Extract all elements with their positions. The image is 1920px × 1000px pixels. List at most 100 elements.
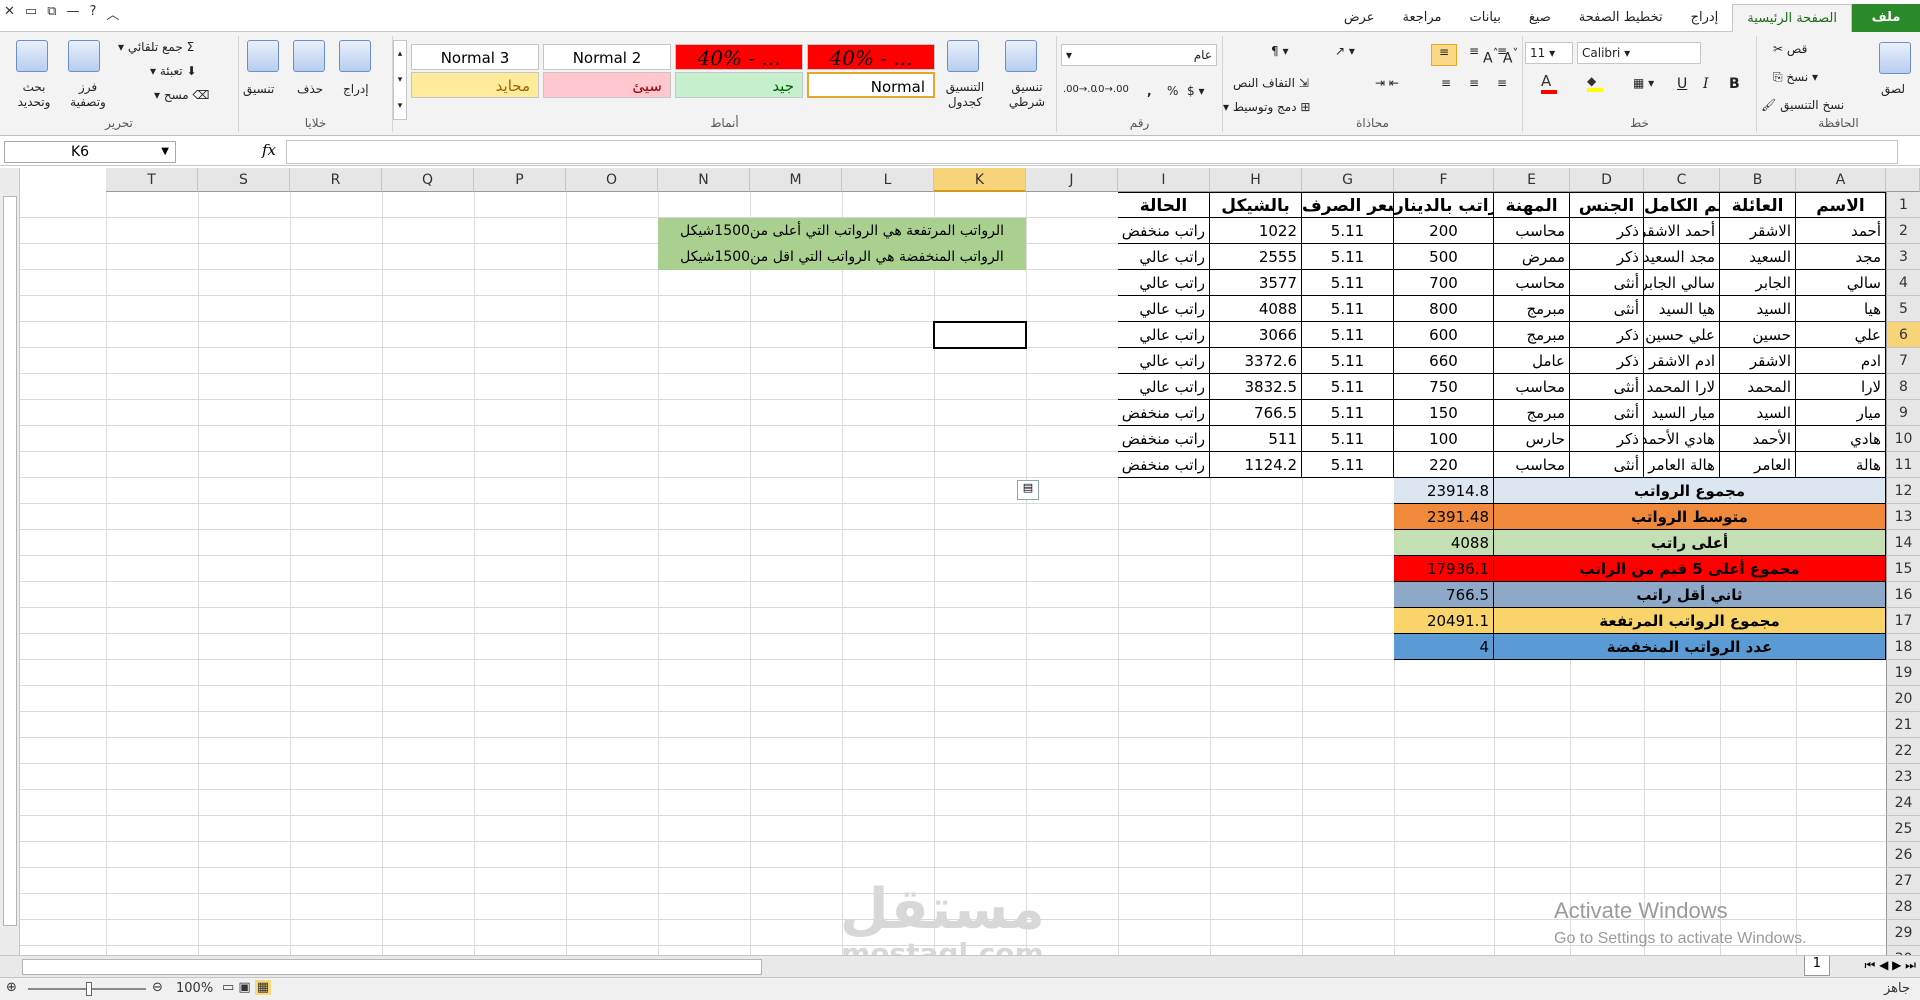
row-header-17[interactable]: 17: [1886, 608, 1920, 634]
table-cell[interactable]: علي: [1796, 322, 1886, 348]
table-cell[interactable]: 5.11: [1302, 426, 1394, 452]
column-header-D[interactable]: D: [1570, 168, 1644, 192]
worksheet-grid[interactable]: ABCDEFGHIJKLMNOPQRST 1 2 3 4 5 6 7 8 9 10 11 12 13 14…: [0, 168, 1920, 955]
table-cell[interactable]: راتب منخفض: [1118, 218, 1210, 244]
delete-cells-icon[interactable]: [293, 40, 325, 72]
column-header-O[interactable]: O: [566, 168, 658, 192]
column-header-B[interactable]: B: [1720, 168, 1796, 192]
row-header-27[interactable]: 27: [1886, 868, 1920, 894]
table-cell[interactable]: ادم: [1796, 348, 1886, 374]
row-header-26[interactable]: 26: [1886, 842, 1920, 868]
format-painter-button[interactable]: 🖌 نسخ التنسيق: [1761, 98, 1844, 112]
wrap-text-button[interactable]: ⇲ التفاف النص: [1233, 76, 1309, 90]
table-cell[interactable]: 766.5: [1210, 400, 1302, 426]
column-header-P[interactable]: P: [474, 168, 566, 192]
summary-value[interactable]: 17936.1: [1394, 556, 1494, 582]
table-cell[interactable]: 3066: [1210, 322, 1302, 348]
fill-button[interactable]: ⬇ تعبئة ▾: [150, 64, 197, 78]
table-cell[interactable]: 700: [1394, 270, 1494, 296]
table-cell[interactable]: الجابر: [1720, 270, 1796, 296]
insert-function-icon[interactable]: fx: [262, 141, 276, 159]
table-cell[interactable]: راتب عالي: [1118, 296, 1210, 322]
format-as-table-icon[interactable]: [947, 40, 979, 72]
table-cell[interactable]: هيا السيد: [1644, 296, 1720, 322]
italic-button[interactable]: I: [1703, 76, 1709, 92]
column-header-R[interactable]: R: [290, 168, 382, 192]
cell-style-1[interactable]: 40% - ...: [675, 44, 803, 70]
summary-value[interactable]: 766.5: [1394, 582, 1494, 608]
table-cell[interactable]: محاسب: [1494, 270, 1570, 296]
row-header-15[interactable]: 15: [1886, 556, 1920, 582]
row-header-12[interactable]: 12: [1886, 478, 1920, 504]
table-cell[interactable]: هادي: [1796, 426, 1886, 452]
table-cell[interactable]: 5.11: [1302, 374, 1394, 400]
row-header-24[interactable]: 24: [1886, 790, 1920, 816]
row-header-8[interactable]: 8: [1886, 374, 1920, 400]
row-header-2[interactable]: 2: [1886, 218, 1920, 244]
column-header-L[interactable]: L: [842, 168, 934, 192]
table-cell[interactable]: 500: [1394, 244, 1494, 270]
horizontal-scrollbar[interactable]: [22, 959, 762, 975]
view-buttons[interactable]: ▭ ▣ ▦: [222, 980, 272, 995]
column-header-Q[interactable]: Q: [382, 168, 474, 192]
underline-button[interactable]: U: [1677, 76, 1687, 92]
table-cell[interactable]: مبرمج: [1494, 322, 1570, 348]
table-cell[interactable]: 2555: [1210, 244, 1302, 270]
rtl-icon[interactable]: ¶ ▾: [1271, 44, 1288, 58]
table-cell[interactable]: مبرمج: [1494, 296, 1570, 322]
row-header-7[interactable]: 7: [1886, 348, 1920, 374]
insert-cells-button[interactable]: إدراج: [343, 82, 369, 96]
paste-button[interactable]: لصق: [1881, 82, 1905, 96]
table-cell[interactable]: 3577: [1210, 270, 1302, 296]
active-cell-cursor[interactable]: [933, 321, 1027, 349]
row-header-9[interactable]: 9: [1886, 400, 1920, 426]
autosum-button[interactable]: Σ جمع تلقائي ▾: [118, 40, 194, 54]
column-header-I[interactable]: I: [1118, 168, 1210, 192]
table-cell[interactable]: أنثى: [1570, 270, 1644, 296]
table-cell[interactable]: راتب عالي: [1118, 270, 1210, 296]
table-cell[interactable]: 600: [1394, 322, 1494, 348]
table-cell[interactable]: 150: [1394, 400, 1494, 426]
row-header-23[interactable]: 23: [1886, 764, 1920, 790]
delete-cells-button[interactable]: حذف: [297, 82, 323, 96]
table-cell[interactable]: الاشقر: [1720, 218, 1796, 244]
row-header-21[interactable]: 21: [1886, 712, 1920, 738]
table-cell[interactable]: 750: [1394, 374, 1494, 400]
header-cell[interactable]: بالشيكل: [1210, 192, 1302, 218]
table-cell[interactable]: راتب عالي: [1118, 374, 1210, 400]
tab-5[interactable]: بيانات: [1456, 4, 1515, 32]
paste-icon[interactable]: [1879, 42, 1911, 74]
table-cell[interactable]: لارا المحمد: [1644, 374, 1720, 400]
increase-decimal-icon[interactable]: .0→.00: [1095, 84, 1129, 95]
table-cell[interactable]: المحمد: [1720, 374, 1796, 400]
table-cell[interactable]: أنثى: [1570, 296, 1644, 322]
currency-button[interactable]: $ ▾: [1187, 84, 1204, 98]
table-cell[interactable]: راتب منخفض: [1118, 452, 1210, 478]
row-header-5[interactable]: 5: [1886, 296, 1920, 322]
row-header-29[interactable]: 29: [1886, 920, 1920, 946]
table-cell[interactable]: علي حسين: [1644, 322, 1720, 348]
format-cells-icon[interactable]: [247, 40, 279, 72]
summary-value[interactable]: 4088: [1394, 530, 1494, 556]
column-header-K[interactable]: K: [934, 168, 1026, 192]
column-header-A[interactable]: A: [1796, 168, 1886, 192]
row-header-4[interactable]: 4: [1886, 270, 1920, 296]
table-cell[interactable]: راتب عالي: [1118, 348, 1210, 374]
align-left-icon[interactable]: ≡: [1469, 76, 1479, 90]
sort-filter-icon[interactable]: [68, 40, 100, 72]
row-header-1[interactable]: 1: [1886, 192, 1920, 218]
tab-6[interactable]: مراجعة: [1389, 4, 1456, 32]
table-cell[interactable]: لارا: [1796, 374, 1886, 400]
table-cell[interactable]: 1124.2: [1210, 452, 1302, 478]
select-all-corner[interactable]: [1886, 168, 1920, 192]
table-cell[interactable]: محاسب: [1494, 374, 1570, 400]
decrease-decimal-icon[interactable]: .00→.0: [1063, 84, 1097, 95]
table-cell[interactable]: 800: [1394, 296, 1494, 322]
vertical-scrollbar[interactable]: [0, 168, 20, 955]
table-cell[interactable]: أحمد: [1796, 218, 1886, 244]
gallery-scroll[interactable]: ▴ ▾ ▾: [393, 40, 407, 120]
fill-color-icon[interactable]: ◆: [1587, 74, 1603, 92]
table-cell[interactable]: ميار السيد: [1644, 400, 1720, 426]
table-cell[interactable]: ميار: [1796, 400, 1886, 426]
row-header-14[interactable]: 14: [1886, 530, 1920, 556]
